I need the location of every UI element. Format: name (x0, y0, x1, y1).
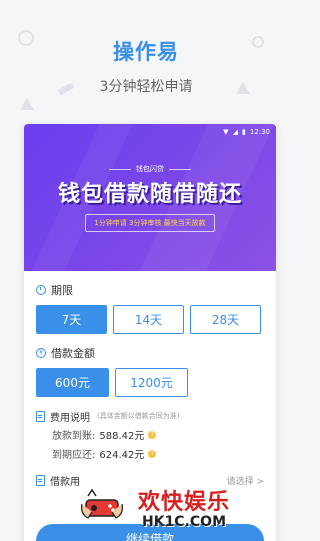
carousel-dots[interactable] (24, 260, 276, 271)
term-option-7[interactable]: 7天 (36, 305, 107, 334)
fee-row-due: 到期应还: 624.42元 ? (52, 446, 264, 461)
watermark: 欢快娱乐 HK1C.COM (78, 478, 258, 538)
amount-option-600[interactable]: 600元 (36, 368, 109, 397)
term-options: 7天 14天 28天 (36, 305, 264, 334)
question-icon[interactable]: ? (148, 449, 157, 458)
watermark-url: HK1C.COM (142, 514, 227, 530)
amount-options: 600元 1200元 (36, 368, 264, 397)
promo-subline: 3分钟轻松申请 (99, 79, 193, 95)
fee-row-label: 到期应还: (52, 450, 96, 461)
status-bar: ▼ ◢ ▮ 12:30 (223, 128, 270, 136)
clock-icon (36, 285, 46, 295)
term-option-28[interactable]: 28天 (190, 305, 261, 334)
wifi-icon: ▼ (223, 128, 229, 136)
fee-row-disbursed: 放款到账: 588.42元 ? (52, 427, 264, 442)
status-time: 12:30 (249, 128, 270, 136)
amount-label: 借款金额 (51, 347, 95, 360)
document-icon (36, 475, 45, 486)
document-icon (36, 410, 45, 422)
fee-note: (具体金额以借款合同为准) (97, 412, 180, 420)
signal-icon: ◢ (232, 128, 238, 136)
banner-title: 钱包借款随借随还 (57, 182, 242, 207)
term-label: 期限 (51, 284, 73, 297)
purpose-label: 借款用 (50, 477, 80, 488)
amount-option-1200[interactable]: 1200元 (115, 368, 188, 397)
amount-section-title: ¥ 借款金额 (36, 346, 264, 360)
promo-headline: 操作易 (113, 40, 179, 64)
coin-icon: ¥ (36, 348, 46, 358)
question-icon[interactable]: ? (148, 430, 157, 439)
promo-banner[interactable]: ▼ ◢ ▮ 12:30 钱包闪贷 钱包借款随借随还 1分钟申请 3分钟审核 最快… (24, 124, 276, 271)
term-section-title: 期限 (36, 283, 264, 297)
banner-slogan: 1分钟申请 3分钟审核 最快当天放款 (85, 214, 215, 232)
fee-row-label: 放款到账: (52, 431, 96, 442)
fee-section-title: 费用说明 (具体金额以借款合同为准) (36, 409, 264, 424)
decor-triangle (20, 98, 34, 110)
watermark-text: 欢快娱乐 (138, 490, 231, 515)
term-option-14[interactable]: 14天 (113, 305, 184, 334)
fee-label: 费用说明 (50, 412, 90, 424)
fee-row-value: 588.42元 (99, 431, 145, 442)
game-controller-hands-icon (81, 488, 123, 519)
fee-row-value: 624.42元 (99, 450, 145, 461)
banner-small-label: 钱包闪贷 (24, 164, 276, 174)
battery-icon: ▮ (241, 128, 246, 136)
